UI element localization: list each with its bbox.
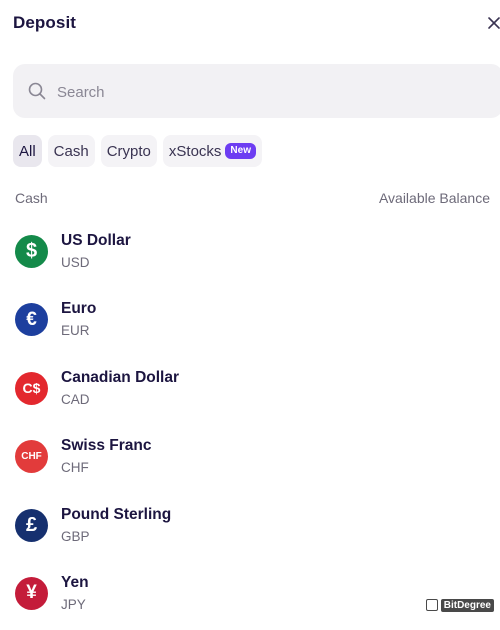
currency-name: Pound Sterling <box>61 505 172 523</box>
currency-code: CAD <box>61 391 90 407</box>
currency-row-eur[interactable]: € Euro EUR <box>0 288 500 356</box>
deposit-panel: Deposit All Cash Crypto xStocks New <box>0 0 500 619</box>
filter-cash[interactable]: Cash <box>47 135 95 167</box>
filter-tabs: All Cash Crypto xStocks New <box>13 135 262 167</box>
section-label: Cash <box>15 190 48 206</box>
currency-row-jpy[interactable]: ¥ Yen JPY <box>0 562 500 630</box>
currency-code: EUR <box>61 323 90 339</box>
currency-code: CHF <box>61 460 89 476</box>
watermark: BitDegree <box>425 597 494 613</box>
currency-row-usd[interactable]: $ US Dollar USD <box>0 220 500 288</box>
filter-xstocks[interactable]: xStocks New <box>162 135 262 167</box>
currency-row-gbp[interactable]: £ Pound Sterling GBP <box>0 494 500 562</box>
filter-all[interactable]: All <box>13 135 42 167</box>
currency-row-cad[interactable]: C$ Canadian Dollar CAD <box>0 357 500 425</box>
header: Deposit <box>13 13 500 35</box>
swiss-franc-icon: CHF <box>15 440 48 474</box>
watermark-text: BitDegree <box>440 598 494 612</box>
filter-label: All <box>19 142 36 160</box>
dollar-icon: $ <box>15 235 48 268</box>
filter-crypto[interactable]: Crypto <box>100 135 157 167</box>
new-badge: New <box>225 143 256 159</box>
yen-icon: ¥ <box>15 576 48 610</box>
currency-code: JPY <box>61 596 86 612</box>
currency-name: Euro <box>61 300 97 318</box>
filter-label: xStocks <box>168 142 222 160</box>
canadian-dollar-icon: C$ <box>15 371 48 405</box>
currency-name: Canadian Dollar <box>61 368 179 386</box>
currency-row-chf[interactable]: CHF Swiss Franc CHF <box>0 425 500 493</box>
close-button[interactable] <box>486 14 500 32</box>
search-icon <box>28 82 46 100</box>
page-title: Deposit <box>13 13 77 32</box>
close-icon <box>488 17 500 29</box>
search-input[interactable] <box>55 78 479 106</box>
currency-list: $ US Dollar USD € Euro EUR C$ Canadian D… <box>0 220 500 630</box>
balance-column-label: Available Balance <box>378 190 490 206</box>
euro-icon: € <box>15 303 48 337</box>
currency-name: US Dollar <box>61 232 131 249</box>
currency-name: Swiss Franc <box>61 437 152 455</box>
watermark-logo-icon <box>425 599 438 611</box>
filter-label: Crypto <box>106 142 151 160</box>
currency-code: USD <box>61 255 90 270</box>
section-header: Cash Available Balance <box>15 190 490 208</box>
search-box[interactable] <box>13 64 500 118</box>
currency-name: Yen <box>61 573 89 591</box>
currency-code: GBP <box>61 528 90 544</box>
pound-icon: £ <box>15 508 48 542</box>
filter-label: Cash <box>53 142 89 160</box>
